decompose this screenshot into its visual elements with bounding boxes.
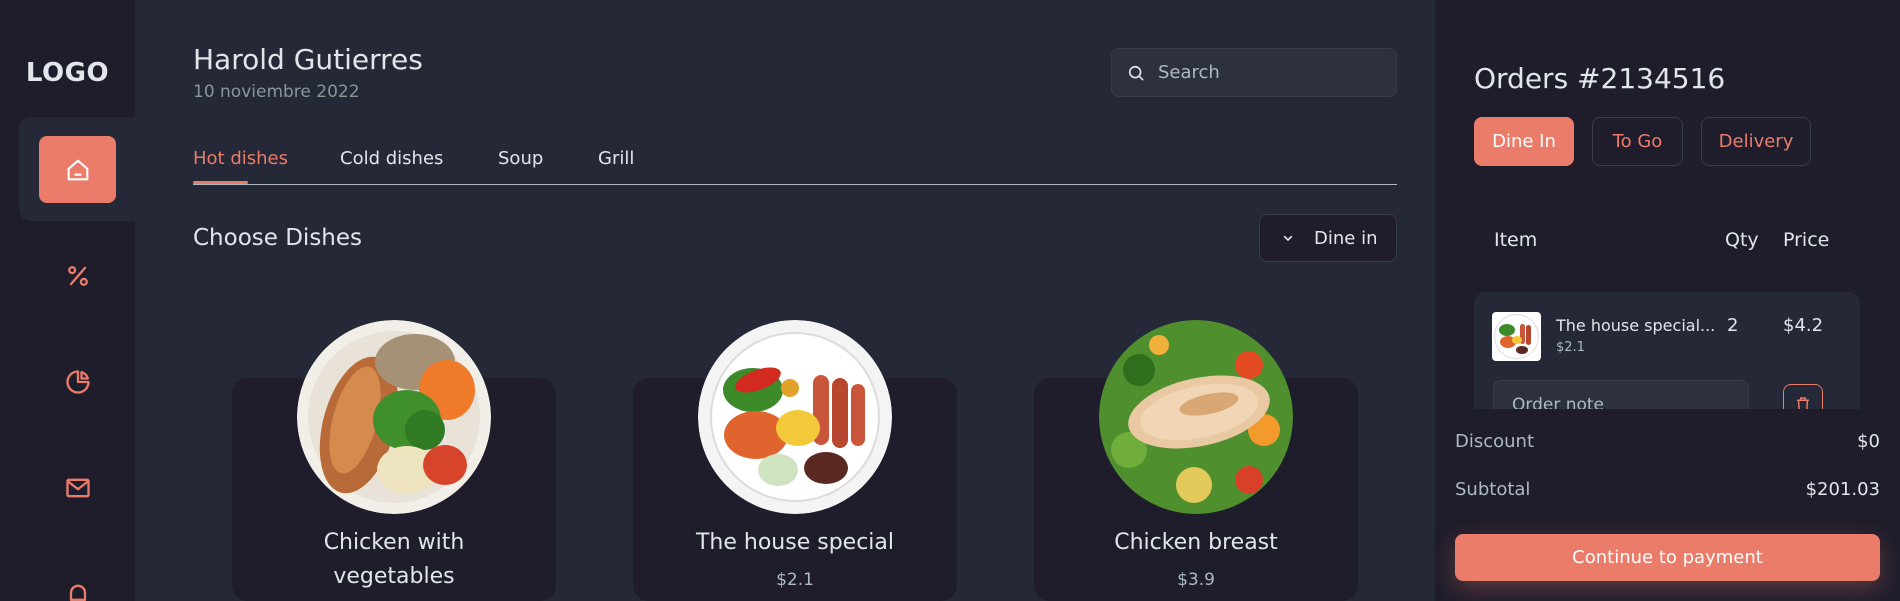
order-item-unit-price: $2.1 bbox=[1556, 340, 1585, 355]
tab-cold-dishes[interactable]: Cold dishes bbox=[340, 148, 443, 169]
sidebar-item-messages[interactable] bbox=[39, 454, 116, 521]
dine-option-select[interactable]: Dine in bbox=[1259, 214, 1397, 262]
dish-name-line: Chicken with bbox=[323, 530, 465, 555]
order-item-thumbnail bbox=[1492, 312, 1541, 361]
sidebar-item-notifications[interactable] bbox=[39, 560, 116, 601]
subtotal-value: $201.03 bbox=[1805, 479, 1880, 500]
tab-hot-dishes[interactable]: Hot dishes bbox=[193, 148, 288, 169]
tab-grill[interactable]: Grill bbox=[598, 148, 634, 169]
dish-name: Chicken with vegetables bbox=[232, 526, 556, 594]
dish-name: The house special bbox=[695, 530, 894, 555]
order-item-total: $4.2 bbox=[1783, 315, 1824, 336]
main-content: Harold Gutierres 10 noviembre 2022 Hot d… bbox=[135, 0, 1435, 601]
column-header-qty: Qty bbox=[1725, 229, 1759, 251]
search-box[interactable] bbox=[1111, 48, 1397, 97]
column-header-price: Price bbox=[1783, 229, 1830, 251]
discount-value: $0 bbox=[1857, 431, 1880, 452]
category-tabs: Hot dishes Cold dishes Soup Grill bbox=[193, 145, 1397, 185]
sidebar: LOGO bbox=[0, 0, 135, 601]
dish-name-line: vegetables bbox=[333, 564, 455, 589]
order-item-name: The house special... bbox=[1556, 316, 1716, 335]
chevron-down-icon bbox=[1283, 235, 1293, 241]
discount-label: Discount bbox=[1455, 431, 1535, 452]
logo: LOGO bbox=[25, 58, 110, 88]
dish-name: Chicken breast bbox=[1114, 530, 1278, 555]
dish-image-chicken-breast bbox=[1099, 320, 1293, 514]
dish-image-chicken-vegetables bbox=[297, 320, 491, 514]
active-tab-indicator bbox=[193, 181, 248, 184]
dish-price: $2.1 bbox=[776, 570, 814, 590]
message-icon bbox=[65, 478, 90, 497]
dish-image-house-special bbox=[698, 320, 892, 514]
user-name: Harold Gutierres bbox=[193, 43, 423, 76]
sidebar-item-home[interactable] bbox=[39, 136, 116, 203]
column-header-item: Item bbox=[1494, 229, 1538, 251]
orders-title: Orders #2134516 bbox=[1474, 62, 1726, 95]
order-type-dine-in[interactable]: Dine In bbox=[1474, 117, 1574, 166]
dashboard-icon bbox=[65, 369, 90, 394]
search-input[interactable] bbox=[1158, 62, 1378, 83]
tab-soup[interactable]: Soup bbox=[498, 148, 543, 169]
order-type-to-go[interactable]: To Go bbox=[1592, 117, 1683, 166]
sidebar-item-dashboard[interactable] bbox=[39, 348, 116, 415]
home-icon bbox=[67, 159, 88, 180]
current-date: 10 noviembre 2022 bbox=[193, 82, 360, 102]
notification-icon bbox=[69, 584, 86, 601]
order-item-qty[interactable]: 2 bbox=[1727, 315, 1738, 336]
search-icon bbox=[1128, 65, 1144, 80]
dine-option-label: Dine in bbox=[1314, 227, 1378, 249]
dish-price: $3.9 bbox=[1177, 570, 1215, 590]
subtotal-label: Subtotal bbox=[1455, 479, 1531, 500]
sidebar-item-discount[interactable] bbox=[39, 242, 116, 309]
section-title: Choose Dishes bbox=[193, 225, 363, 251]
order-type-delivery[interactable]: Delivery bbox=[1701, 117, 1811, 166]
order-summary: Discount $0 Subtotal $201.03 Continue to… bbox=[1435, 409, 1900, 601]
continue-to-payment-button[interactable]: Continue to payment bbox=[1455, 534, 1880, 581]
discount-icon bbox=[67, 265, 88, 286]
